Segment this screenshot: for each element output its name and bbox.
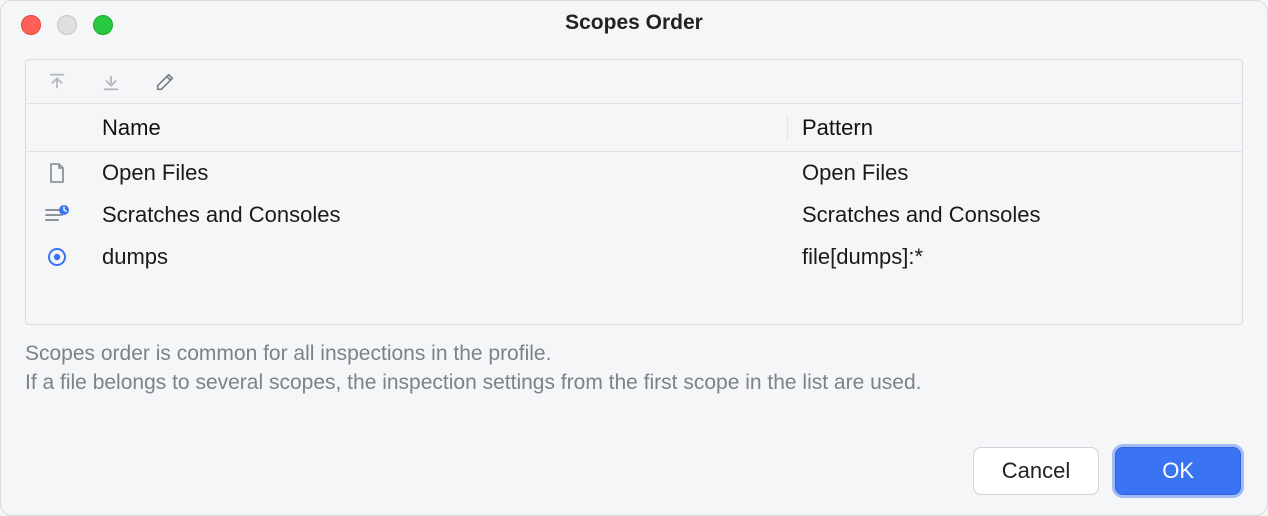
column-header-name[interactable]: Name [88, 115, 788, 141]
zoom-window-button[interactable] [93, 15, 113, 35]
table-header: Name Pattern [26, 104, 1242, 152]
window-title: Scopes Order [565, 11, 703, 35]
arrow-up-bar-icon [46, 71, 68, 93]
row-name: Open Files [88, 160, 788, 186]
table-row[interactable]: dumps file[dumps]:* [26, 236, 1242, 278]
table-row[interactable]: Scratches and Consoles Scratches and Con… [26, 194, 1242, 236]
row-name: dumps [88, 244, 788, 270]
hint-line: If a file belongs to several scopes, the… [25, 368, 1243, 397]
hint-text: Scopes order is common for all inspectio… [25, 339, 1243, 398]
table-row[interactable]: Open Files Open Files [26, 152, 1242, 194]
close-window-button[interactable] [21, 15, 41, 35]
row-icon [26, 204, 88, 226]
row-pattern: file[dumps]:* [788, 244, 1242, 270]
row-pattern: Scratches and Consoles [788, 202, 1242, 228]
row-pattern: Open Files [788, 160, 1242, 186]
move-up-button[interactable] [44, 69, 70, 95]
toolbar [26, 60, 1242, 104]
scopes-panel: Name Pattern Open Files Open Files [25, 59, 1243, 325]
edit-button[interactable] [152, 69, 178, 95]
minimize-window-button[interactable] [57, 15, 77, 35]
titlebar: Scopes Order [1, 1, 1267, 45]
move-down-button[interactable] [98, 69, 124, 95]
column-header-pattern[interactable]: Pattern [788, 115, 1242, 141]
pencil-icon [154, 71, 176, 93]
row-icon [26, 161, 88, 185]
cancel-button[interactable]: Cancel [973, 447, 1099, 495]
hint-line: Scopes order is common for all inspectio… [25, 339, 1243, 368]
ok-button[interactable]: OK [1115, 447, 1241, 495]
dialog-footer: Cancel OK [973, 447, 1241, 495]
dialog-window: Scopes Order [0, 0, 1268, 516]
arrow-down-bar-icon [100, 71, 122, 93]
dialog-content: Name Pattern Open Files Open Files [1, 45, 1267, 515]
scratch-icon [44, 204, 70, 226]
table-body: Open Files Open Files Scratches and Co [26, 152, 1242, 324]
table-spacer [26, 278, 1242, 324]
file-open-icon [46, 161, 68, 185]
row-name: Scratches and Consoles [88, 202, 788, 228]
target-icon [45, 245, 69, 269]
window-controls [21, 15, 113, 35]
row-icon [26, 245, 88, 269]
